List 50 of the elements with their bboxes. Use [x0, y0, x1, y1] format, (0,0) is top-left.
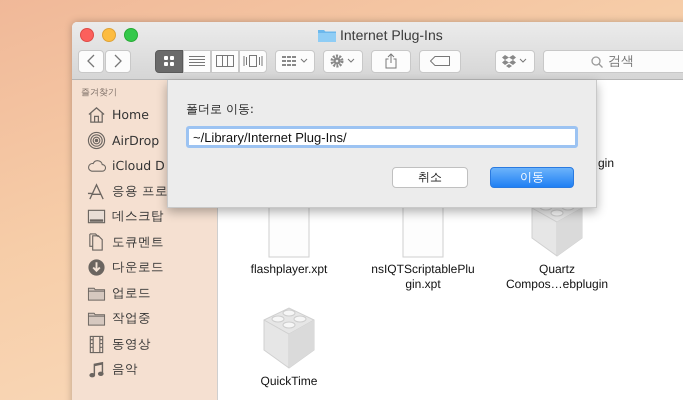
dropbox-icon [502, 54, 528, 68]
file-item[interactable]: QuickTime [222, 300, 356, 389]
sidebar-item[interactable]: 다운로드 [81, 255, 217, 280]
sidebar-item[interactable]: 응용 프로 [81, 178, 217, 204]
arrange-button[interactable] [275, 50, 315, 72]
music-icon [87, 360, 106, 380]
zoom-button[interactable] [124, 28, 138, 42]
view-mode-button[interactable] [155, 50, 183, 72]
file-name: gin [598, 156, 614, 170]
sidebar-item[interactable]: 도큐멘트 [81, 230, 217, 255]
columns-icon [216, 55, 234, 67]
sidebar-item[interactable]: 업로드 [81, 280, 217, 306]
file-name: flashplayer.xpt [250, 262, 328, 277]
film-icon [87, 334, 106, 354]
sidebar-item[interactable]: 동영상 [81, 332, 217, 357]
document-icon [87, 232, 106, 252]
share-icon [385, 53, 397, 69]
tag-button[interactable] [419, 50, 461, 72]
chevron-right-icon [114, 54, 122, 68]
grid-icon [163, 55, 175, 67]
sidebar-item[interactable]: 작업중 [81, 306, 217, 332]
apps-icon [87, 182, 106, 201]
sidebar-item[interactable]: 데스크탑 [81, 204, 217, 230]
file-name: nsIQTScriptablePlu gin.xpt [371, 262, 475, 292]
arrange-grid-icon [282, 55, 308, 67]
sidebar-heading: 즐겨찾기 [81, 87, 118, 99]
sidebar-item[interactable]: 음악 [81, 357, 217, 382]
gear-icon [330, 54, 356, 68]
back-button[interactable] [78, 50, 104, 72]
dropbox-button[interactable] [495, 50, 535, 72]
download-icon [87, 258, 106, 278]
path-field[interactable]: ~/Library/Internet Plug-Ins/ [186, 126, 578, 148]
close-button[interactable] [80, 28, 94, 42]
home-icon [87, 105, 106, 124]
search-field[interactable]: 검색 [543, 50, 683, 72]
list-icon [189, 55, 205, 67]
file-name: QuickTime [260, 374, 318, 389]
file-name: Quartz Compos…ebplugin [506, 262, 608, 292]
forward-button[interactable] [105, 50, 131, 72]
window-title: Internet Plug-Ins [340, 27, 443, 43]
sidebar-item[interactable]: iCloud D [81, 153, 217, 178]
airdrop-icon [87, 130, 106, 150]
share-button[interactable] [371, 50, 411, 72]
cover-flow-icon [243, 55, 263, 67]
dialog-label: 폴더로 이동: [186, 101, 255, 118]
tag-icon [430, 56, 450, 66]
cancel-button[interactable]: 취소 [392, 167, 468, 188]
folder-icon [318, 28, 336, 42]
action-button[interactable] [323, 50, 363, 72]
chevron-left-icon [87, 54, 95, 68]
